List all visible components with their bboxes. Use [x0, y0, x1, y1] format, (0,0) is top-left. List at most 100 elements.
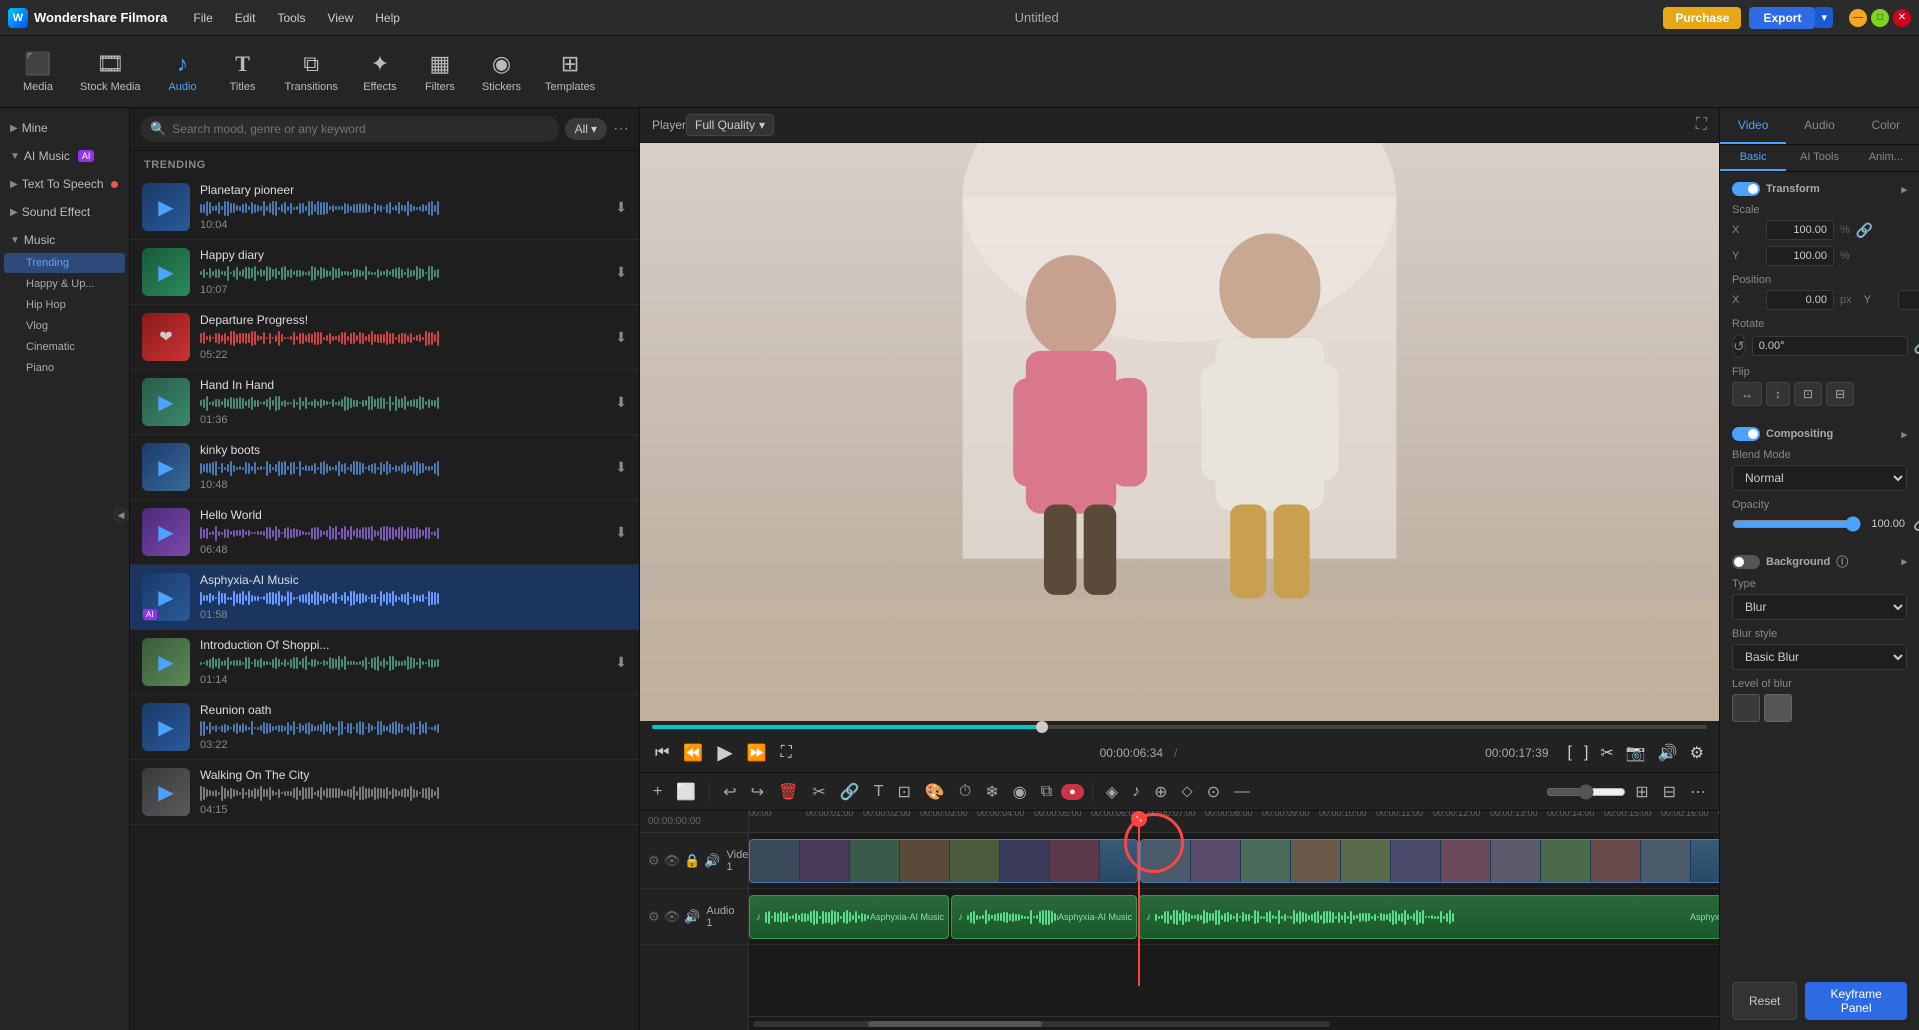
audio-download-3[interactable]: ⬇	[615, 329, 627, 346]
rotate-preview[interactable]	[1732, 334, 1746, 358]
collapse-panel-button[interactable]: ◀	[113, 507, 129, 523]
audio-item-9[interactable]: ▶ Reunion oath 03:22	[130, 695, 639, 760]
skip-back-button[interactable]: ⏮	[652, 741, 672, 765]
tl-zoom-slider[interactable]	[1546, 784, 1626, 800]
track-audio-icon[interactable]: 🔊	[704, 853, 720, 869]
left-section-mine-header[interactable]: ▶ Mine	[0, 116, 129, 140]
toolbar-stickers[interactable]: ◉ Stickers	[472, 45, 531, 99]
tab-audio[interactable]: Audio	[1786, 108, 1852, 144]
background-toggle[interactable]	[1732, 555, 1760, 569]
keyframe-panel-button[interactable]: Keyframe Panel	[1805, 982, 1907, 1020]
subtab-basic[interactable]: Basic	[1720, 145, 1786, 171]
left-section-music-header[interactable]: ▼ Music	[0, 228, 129, 252]
sidebar-item-piano[interactable]: Piano	[4, 358, 125, 378]
track-eye-icon[interactable]: 👁	[664, 853, 681, 869]
tl-unlink-button[interactable]: 🔗	[835, 779, 865, 805]
audio-clip-2[interactable]: ♪ Asphyxia-AI Music	[951, 895, 1137, 939]
filter-all-button[interactable]: All ▾	[565, 118, 607, 140]
audio-download-5[interactable]: ⬇	[615, 459, 627, 476]
scroll-track[interactable]	[753, 1021, 1330, 1027]
track-settings-icon-a[interactable]: ⚙	[648, 909, 660, 925]
prev-frame-button[interactable]: ⏪	[680, 740, 706, 766]
fullscreen-button[interactable]: ⛶	[778, 741, 795, 765]
tl-color-button[interactable]: 🎨	[920, 779, 950, 805]
close-button[interactable]: ✕	[1893, 9, 1911, 27]
toolbar-media[interactable]: ⬛ Media	[10, 45, 66, 99]
audio-download-4[interactable]: ⬇	[615, 394, 627, 411]
tl-audio-detach-button[interactable]: ♪	[1127, 780, 1145, 804]
tab-color[interactable]: Color	[1853, 108, 1919, 144]
left-section-tts-header[interactable]: ▶ Text To Speech	[0, 172, 129, 196]
compositing-toggle[interactable]	[1732, 427, 1760, 441]
tl-keyframe-button[interactable]: ⬦	[1177, 780, 1198, 804]
tl-stabilize-button[interactable]: ⊙	[1202, 779, 1225, 805]
sidebar-item-happy[interactable]: Happy & Up...	[4, 274, 125, 294]
sidebar-item-vlog[interactable]: Vlog	[4, 316, 125, 336]
bg-type-select[interactable]: Blur Color	[1732, 594, 1907, 620]
subtab-ai-tools[interactable]: AI Tools	[1786, 145, 1852, 171]
video-clip-2[interactable]	[1140, 839, 1719, 883]
audio-download-2[interactable]: ⬇	[615, 264, 627, 281]
transform-toggle[interactable]	[1732, 182, 1760, 196]
scale-x-input[interactable]	[1766, 220, 1834, 240]
audio-download-1[interactable]: ⬇	[615, 199, 627, 216]
audio-item-8[interactable]: ▶ Introduction Of Shoppi... 01:14 ⬇	[130, 630, 639, 695]
subtab-anim[interactable]: Anim...	[1853, 145, 1919, 171]
sidebar-item-trending[interactable]: Trending	[4, 253, 125, 273]
blur-style-select[interactable]: Basic Blur Mosaic	[1732, 644, 1907, 670]
clip-button[interactable]: ✂	[1597, 740, 1616, 766]
rotate-link-icon[interactable]: 🔗	[1914, 338, 1919, 355]
scale-link-icon[interactable]: 🔗	[1856, 222, 1873, 239]
tl-minus-button[interactable]: —	[1229, 780, 1255, 804]
export-button[interactable]: Export	[1749, 7, 1815, 29]
pos-y-input[interactable]	[1898, 290, 1919, 310]
opacity-link-icon[interactable]: 🔗	[1913, 515, 1919, 532]
transform-expand-icon[interactable]: ▸	[1901, 183, 1907, 196]
tl-freeze-button[interactable]: ❄	[980, 779, 1003, 805]
blur-level-1[interactable]	[1732, 694, 1760, 722]
tl-transition-button[interactable]: ⧉	[1036, 780, 1057, 804]
left-section-ai-music-header[interactable]: ▼ AI Music AI	[0, 144, 129, 168]
background-expand-icon[interactable]: ▸	[1901, 555, 1907, 568]
settings-button[interactable]: ⚙	[1687, 740, 1707, 766]
minimize-button[interactable]: —	[1849, 9, 1867, 27]
sidebar-item-hiphop[interactable]: Hip Hop	[4, 295, 125, 315]
compositing-expand-icon[interactable]: ▸	[1901, 428, 1907, 441]
play-pause-button[interactable]: ▶	[714, 737, 735, 768]
menu-file[interactable]: File	[183, 7, 222, 29]
audio-clip-1[interactable]: ♪ Asphyxia-AI Music	[749, 895, 949, 939]
maximize-button[interactable]: □	[1871, 9, 1889, 27]
left-section-sound-header[interactable]: ▶ Sound Effect	[0, 200, 129, 224]
purchase-button[interactable]: Purchase	[1663, 7, 1741, 29]
progress-bar[interactable]	[652, 725, 1707, 729]
mark-out-button[interactable]: ]	[1581, 741, 1591, 765]
rotate-input[interactable]	[1752, 336, 1908, 356]
tl-select-button[interactable]: ⬜	[671, 779, 701, 805]
tl-speed-button[interactable]: ⏱	[954, 780, 976, 804]
scale-y-input[interactable]	[1766, 246, 1834, 266]
audio-item-6[interactable]: ▶ Hello World 06:48 ⬇	[130, 500, 639, 565]
search-input-wrap[interactable]: 🔍	[140, 116, 559, 142]
audio-item-7[interactable]: ▶ AI Asphyxia-AI Music 01:58	[130, 565, 639, 630]
tl-text-button[interactable]: T	[869, 780, 889, 804]
menu-tools[interactable]: Tools	[267, 7, 315, 29]
tl-record-button[interactable]: ●	[1061, 784, 1084, 800]
tl-fit-button[interactable]: ⊞	[1630, 779, 1653, 805]
flip-reset-button[interactable]: ⊡	[1794, 382, 1822, 406]
search-input[interactable]	[172, 122, 548, 136]
tl-undo-button[interactable]: ↩	[718, 779, 741, 805]
export-dropdown[interactable]: ▾	[1815, 7, 1833, 28]
audio-download-8[interactable]: ⬇	[615, 654, 627, 671]
tl-more-button[interactable]: ⋯	[1685, 779, 1711, 805]
tl-redo-button[interactable]: ↪	[746, 779, 769, 805]
scroll-thumb[interactable]	[868, 1021, 1041, 1027]
audio-clip-3[interactable]: ♪ Asphyxia-AI Music	[1139, 895, 1719, 939]
tl-match-color-button[interactable]: ◈	[1101, 779, 1123, 805]
tl-delete-button[interactable]: 🗑	[773, 779, 803, 805]
flip-h-button[interactable]: ↔	[1732, 382, 1762, 406]
menu-help[interactable]: Help	[365, 7, 410, 29]
audio-item-10[interactable]: ▶ Walking On The City 04:15	[130, 760, 639, 825]
audio-item-3[interactable]: ❤ Departure Progress! 05:22 ⬇	[130, 305, 639, 370]
blur-level-2[interactable]	[1764, 694, 1792, 722]
track-eye-icon-a[interactable]: 👁	[664, 909, 681, 925]
